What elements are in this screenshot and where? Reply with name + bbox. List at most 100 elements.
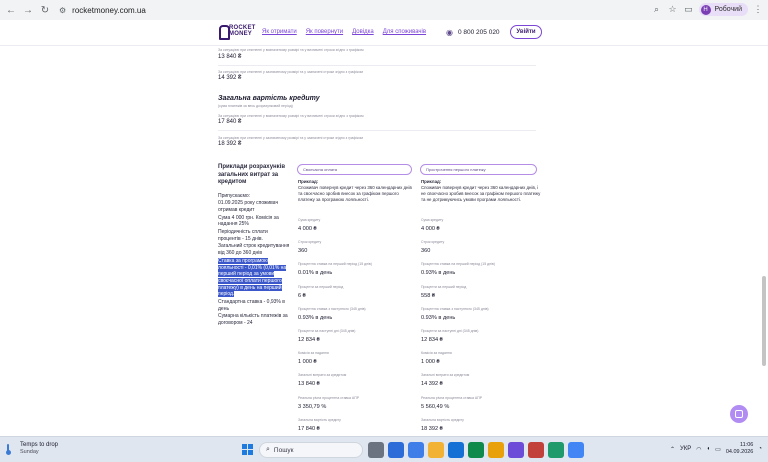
assumption-line: Періодичність сплати процентів - 15 днів… [218,229,268,242]
value-item-label: Реальна річна процентна ставка АПР [421,395,483,400]
clock[interactable]: 11:06 04.09.2026 [726,442,754,456]
taskbar-app-icon[interactable] [468,442,484,458]
windows-start-icon[interactable] [242,444,253,455]
value-item: Проценти за наступні дні (345 днів) 12 83… [421,329,478,343]
divider [218,130,536,131]
taskbar-app-icon[interactable] [428,442,444,458]
site-header: ROCKET MONEY Як отримати Як повернути До… [0,20,768,46]
taskbar-app-icon[interactable] [368,442,384,458]
value-item-value: 360 [298,248,308,255]
search-placeholder: Пошук [273,446,294,454]
nav-help[interactable]: Довідка [352,29,374,35]
nav-how-to-get[interactable]: Як отримати [262,29,297,35]
taskbar-app-icon[interactable] [408,442,424,458]
clock-time: 11:06 [740,442,754,448]
reload-icon[interactable]: ↻ [38,3,52,17]
sidebar-icon[interactable]: ▭ [683,4,695,15]
value-item-value: 4 000 ₴ [421,226,440,232]
value-item: Проценти за перший період 6 ₴ [298,285,343,299]
value-item-label: Проценти за наступні дні (345 днів) [298,329,356,333]
value-item: Реальна річна процентна ставка АПР 5 560,… [421,396,482,410]
value-item: Строк кредиту 360 [298,240,321,254]
value-item: Сума кредиту 4 000 ₴ [421,218,443,232]
value-item-label: Проценти за перший період [421,284,467,289]
example-b-text: Споживач повернув кредит через 360 кален… [421,185,541,202]
value-item: Реальна річна процентна ставка АПР 3 350,… [298,396,359,410]
volume-icon[interactable]: ◖ [707,446,711,452]
browser-toolbar: ← → ↻ ⚙ rocketmoney.com.ua ⌕ ☆ ▭ Н Робоч… [0,0,768,20]
menu-dots-icon[interactable]: ⋮ [752,4,764,15]
url-text: rocketmoney.com.ua [72,5,146,15]
wifi-icon[interactable]: ◠ [696,446,701,453]
total-cost-value-1: 17 840 ₴ [218,119,242,125]
site-info-icon[interactable]: ⚙ [59,6,66,15]
example-a: Приклад: Споживач повернув кредит через … [298,179,416,203]
value-item-value: 1 000 ₴ [298,359,317,366]
zoom-icon[interactable]: ⌕ [651,4,663,15]
total-cost-title: Загальна вартість кредиту [218,95,320,102]
scrollbar-thumb[interactable] [762,276,766,366]
assumption-line: Припускаємо: [218,192,251,199]
value-item: Строк кредиту 360 [421,240,444,254]
profile-button[interactable]: Н Робочий [698,3,748,16]
assumption-line: Загальний строк кредитування від 360 до … [218,243,290,257]
taskbar-app-icon[interactable] [388,442,404,458]
taskbar-app-icon[interactable] [528,442,544,458]
taskbar-app-icon[interactable] [568,442,584,458]
accessibility-eye-icon[interactable]: ◉ [446,28,453,37]
value-item-value: 14 392 ₴ [421,381,443,388]
value-item-value: 12 834 ₴ [298,337,320,343]
nav-how-to-repay[interactable]: Як повернути [306,29,343,35]
bookmark-star-icon[interactable]: ☆ [667,4,679,15]
search-icon: ⌕ [266,446,270,453]
value-item: Комісія за надання 1 000 ₴ [298,351,329,365]
tab-on-time-payment[interactable]: Своєчасна оплата [297,164,412,175]
value-item-value: 4 000 ₴ [298,226,317,232]
value-item: Комісія за надання 1 000 ₴ [421,351,452,365]
taskbar-app-icon[interactable] [448,442,464,458]
example-a-text: Споживач повернув кредит через 360 кален… [298,185,412,202]
value-item-label: Строк кредиту [298,240,322,245]
taskbar-app-icon[interactable] [548,442,564,458]
address-bar[interactable]: ⚙ rocketmoney.com.ua [59,3,659,17]
phone-block[interactable]: ◉ 0 800 205 020 [446,28,500,37]
back-icon[interactable]: ← [4,3,18,17]
divider [218,65,536,66]
logo[interactable]: ROCKET MONEY [218,24,256,40]
value-item-label: Загальні витрати за кредитом [298,373,347,378]
phone-number[interactable]: 0 800 205 020 [458,29,500,36]
total-cost-note-2: За ситуацією при стягненні у зазначеному… [218,136,363,140]
forward-icon[interactable]: → [21,3,35,17]
value-item-label: Комісія за надання [298,351,329,356]
chat-icon[interactable] [730,405,748,423]
value-item-label: Загальна вартість кредиту [298,417,341,422]
top-value-1: 13 840 ₴ [218,54,242,60]
battery-icon[interactable]: ▭ [715,446,721,453]
value-item-label: Проценти за наступні дні (345 днів) [421,329,479,333]
value-item: Загальні витрати за кредитом 14 392 ₴ [421,373,469,387]
value-item-value: 6 ₴ [298,292,306,299]
value-item-value: 12 834 ₴ [421,337,443,343]
login-button[interactable]: Увійти [510,25,542,39]
examples-description: Приклади розрахунків загальних витрат за… [218,164,290,328]
language-indicator[interactable]: УКР [680,446,691,452]
page-scrollbar[interactable] [762,46,766,436]
nav-for-consumers[interactable]: Для споживачів [383,29,426,35]
value-item: Загальна вартість кредиту 17 840 ₴ [298,418,341,432]
value-item-label: Процентна ставка на перший період (15 дн… [421,262,495,267]
value-item-value: 360 [421,248,431,255]
notifications-icon[interactable]: ◔ [758,446,762,452]
assumption-line: 01.09.2025 року споживач отримав кредит [218,200,279,213]
value-item: Процентна ставка на перший період (15 дн… [298,262,372,276]
top-note-2: За ситуацією при стягненні у зазначеному… [218,70,363,74]
taskbar-app-icon[interactable] [508,442,524,458]
page-content: За ситуацією при стягненні у визначеному… [0,46,768,436]
weather-widget[interactable]: Temps to drop Sunday [6,442,58,456]
taskbar-app-icon[interactable] [488,442,504,458]
taskbar-search[interactable]: ⌕ Пошук [259,442,363,458]
chevron-up-icon[interactable]: ⌃ [670,446,675,453]
value-item-label: Сума кредиту [298,218,321,222]
value-item-label: Процентна ставка з наступного (345 днів) [298,306,366,311]
tab-first-payment-overdue[interactable]: Прострочення першого платежу [420,164,537,175]
example-b: Приклад: Споживач повернув кредит через … [421,179,541,203]
